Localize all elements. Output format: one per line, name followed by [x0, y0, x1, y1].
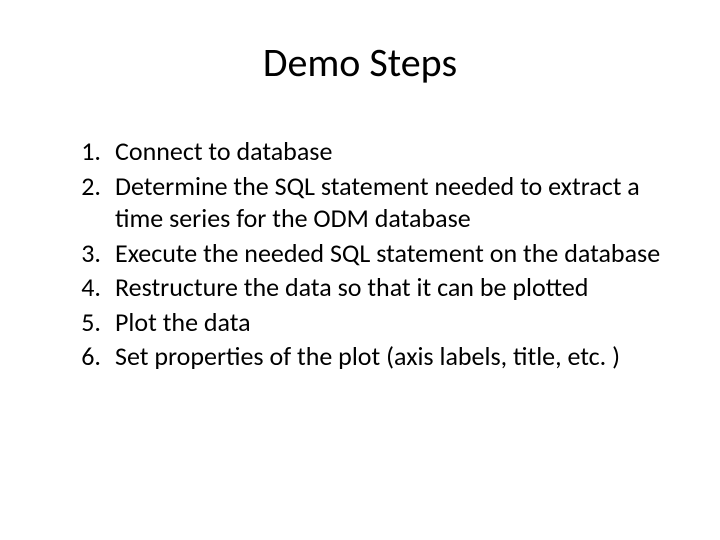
- list-item: 3. Execute the needed SQL statement on t…: [115, 237, 670, 270]
- item-text: Plot the data: [115, 306, 670, 339]
- item-text: Determine the SQL statement needed to ex…: [115, 170, 670, 235]
- list-item: 6. Set properties of the plot (axis labe…: [115, 340, 670, 373]
- item-number: 5.: [69, 306, 101, 339]
- list-item: 2. Determine the SQL statement needed to…: [115, 170, 670, 235]
- item-text: Connect to database: [115, 135, 670, 168]
- item-number: 4.: [69, 271, 101, 304]
- item-text: Set properties of the plot (axis labels,…: [115, 340, 670, 373]
- item-number: 3.: [69, 237, 101, 270]
- list-item: 4. Restructure the data so that it can b…: [115, 271, 670, 304]
- item-number: 6.: [69, 340, 101, 373]
- steps-list: 1. Connect to database 2. Determine the …: [50, 135, 670, 373]
- item-number: 2.: [69, 170, 101, 235]
- item-number: 1.: [69, 135, 101, 168]
- list-item: 1. Connect to database: [115, 135, 670, 168]
- list-item: 5. Plot the data: [115, 306, 670, 339]
- item-text: Execute the needed SQL statement on the …: [115, 237, 670, 270]
- slide-title: Demo Steps: [50, 38, 670, 87]
- item-text: Restructure the data so that it can be p…: [115, 271, 670, 304]
